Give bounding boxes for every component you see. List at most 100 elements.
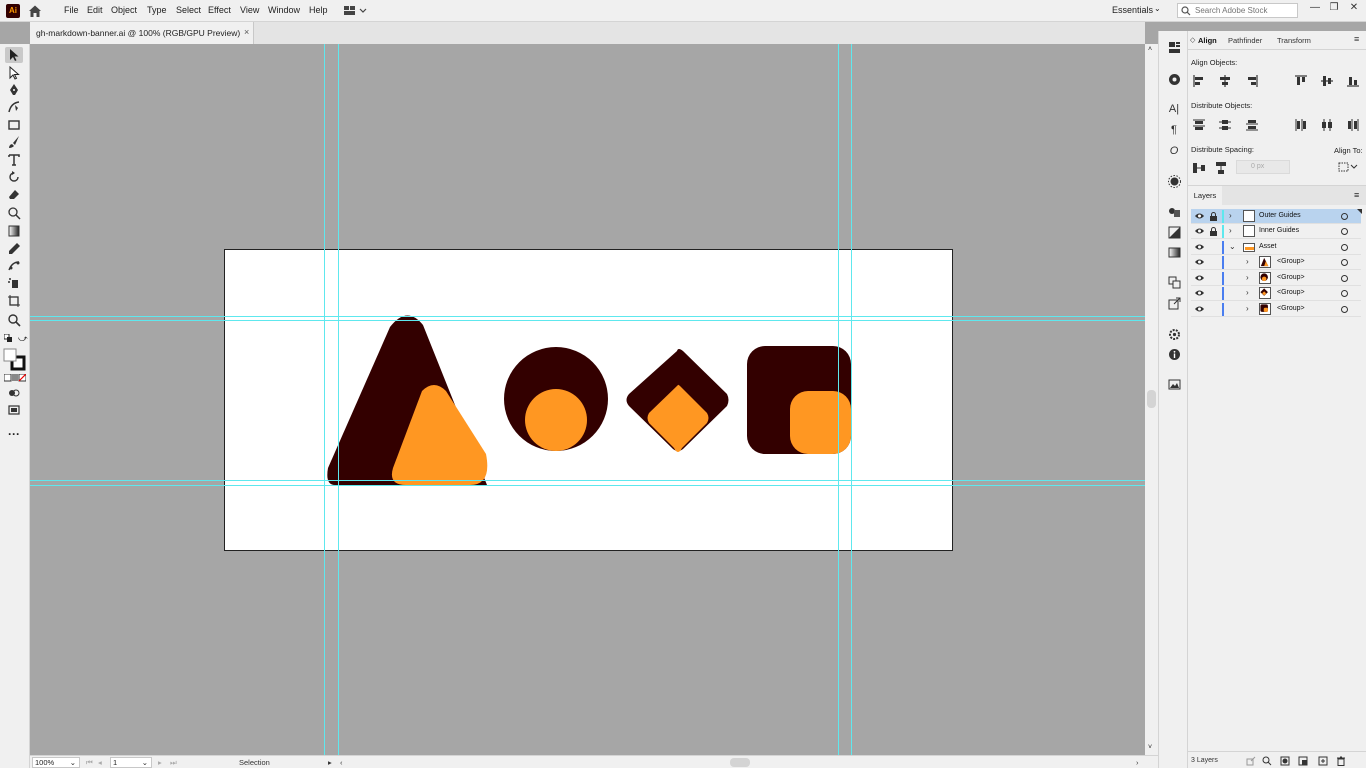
chevron-right-icon[interactable]: › [1246,257,1249,266]
canvas[interactable] [30,44,1145,755]
menu-type[interactable]: Type [147,5,167,15]
gradient-tool[interactable] [5,223,23,239]
chevron-right-icon[interactable]: › [1246,304,1249,313]
target-icon[interactable] [1341,244,1348,251]
last-artboard-icon[interactable]: ⏭ [170,758,177,768]
puppet-warp-tool[interactable] [5,258,23,274]
menu-help[interactable]: Help [309,5,328,15]
stock-search-box[interactable] [1177,3,1298,18]
menu-window[interactable]: Window [268,5,300,15]
pen-tool[interactable] [5,82,23,98]
chevron-right-icon[interactable]: › [1246,273,1249,282]
distribute-right-icon[interactable] [1346,118,1360,132]
layer-name[interactable]: Asset [1259,243,1277,250]
graphic-styles-icon[interactable] [1166,205,1182,219]
guide-vertical[interactable] [338,44,339,755]
layer-row-group[interactable]: › <Group> [1191,255,1361,270]
artboard-number-field[interactable]: 1 ⌄ [110,757,152,768]
menu-effect[interactable]: Effect [208,5,231,15]
target-icon[interactable] [1341,213,1348,220]
close-button[interactable]: ✕ [1345,1,1363,16]
align-to-dropdown[interactable] [1338,161,1358,173]
square-group[interactable] [747,346,851,454]
properties-icon[interactable] [1166,40,1182,54]
minimize-button[interactable]: — [1306,1,1324,16]
distribute-vertical-center-icon[interactable] [1218,118,1232,132]
eye-icon[interactable] [1195,227,1204,235]
document-tab[interactable]: gh-markdown-banner.ai @ 100% (RGB/GPU Pr… [30,22,254,44]
scroll-left-icon[interactable]: ‹ [340,758,343,767]
align-vertical-center-icon[interactable] [1320,74,1334,88]
info-icon[interactable] [1166,347,1182,361]
chevron-down-icon[interactable]: ⌄ [1154,4,1161,13]
chevron-down-icon[interactable]: ⌄ [70,758,76,767]
zoom-tool[interactable] [5,312,23,328]
artboards-icon[interactable] [1166,275,1182,289]
panel-menu-icon[interactable]: ≡ [1354,34,1359,44]
type-tool[interactable] [5,152,23,168]
transparency-icon[interactable] [1166,225,1182,239]
menu-edit[interactable]: Edit [87,5,103,15]
diamond-group[interactable] [626,349,729,452]
guide-vertical[interactable] [851,44,852,755]
collapse-panel-icon[interactable]: ◇ [1190,36,1195,44]
guide-horizontal[interactable] [30,316,1145,317]
layer-name[interactable]: <Group> [1277,305,1305,312]
chevron-right-icon[interactable]: › [1229,211,1232,220]
target-icon[interactable] [1341,306,1348,313]
rotate-tool[interactable] [5,169,23,185]
image-trace-icon[interactable] [1166,377,1182,391]
delete-icon[interactable] [1336,756,1346,766]
target-icon[interactable] [1341,275,1348,282]
color-icon[interactable] [1166,72,1182,86]
create-layer-icon[interactable] [1318,756,1328,766]
layer-row-group[interactable]: › <Group> [1191,271,1361,286]
chevron-right-icon[interactable]: › [1229,226,1232,235]
character-icon[interactable]: A| [1166,102,1182,116]
horizontal-scroll-thumb[interactable] [730,758,750,767]
target-icon[interactable] [1341,228,1348,235]
eye-icon[interactable] [1195,274,1204,282]
screen-mode-icon[interactable] [5,402,23,418]
align-left-icon[interactable] [1192,74,1206,88]
vertical-scroll-thumb[interactable] [1147,390,1156,408]
eye-icon[interactable] [1195,289,1204,297]
export-icon[interactable] [1166,296,1182,310]
vertical-distribute-space-icon[interactable] [1192,161,1206,175]
fill-stroke-swatches[interactable] [3,348,27,372]
layer-row-group[interactable]: › <Group> [1191,302,1361,317]
distribute-bottom-icon[interactable] [1245,118,1259,132]
scroll-right-icon[interactable]: › [1136,758,1139,767]
locate-object-icon[interactable] [1262,756,1272,766]
make-clipping-mask-icon[interactable] [1280,756,1290,766]
layer-name[interactable]: Outer Guides [1259,212,1301,219]
tab-pathfinder[interactable]: Pathfinder [1228,36,1262,45]
artboard-tool[interactable] [5,293,23,309]
previous-artboard-icon[interactable]: ◂ [98,758,102,767]
eye-icon[interactable] [1195,258,1204,266]
layer-row-outer-guides[interactable]: › Outer Guides [1191,209,1362,224]
layer-name[interactable]: <Group> [1277,289,1305,296]
chevron-down-icon[interactable]: ⌄ [142,758,148,767]
scroll-down-icon[interactable]: ˅ [1148,744,1152,751]
layer-row-inner-guides[interactable]: › Inner Guides [1191,224,1361,239]
close-icon[interactable]: × [244,27,249,37]
align-bottom-icon[interactable] [1346,74,1360,88]
paragraph-icon[interactable]: ¶ [1166,123,1182,137]
export-for-screens-icon[interactable] [1246,756,1256,766]
symbol-sprayer-tool[interactable] [5,275,23,291]
align-horizontal-center-icon[interactable] [1218,74,1232,88]
circle-group[interactable] [504,347,608,451]
layer-name[interactable]: <Group> [1277,258,1305,265]
layer-name[interactable]: <Group> [1277,274,1305,281]
chevron-down-icon[interactable]: ⌄ [1229,242,1236,251]
rectangle-tool[interactable] [5,117,23,133]
opentype-icon[interactable]: O [1166,144,1182,158]
workspace-switcher[interactable]: Essentials [1112,5,1153,15]
appearance-icon[interactable] [1166,174,1182,188]
target-icon[interactable] [1341,290,1348,297]
distribute-left-icon[interactable] [1294,118,1308,132]
shape-builder-tool[interactable] [5,205,23,221]
settings-icon[interactable] [1166,327,1182,341]
zoom-level-field[interactable]: 100% ⌄ [32,757,80,768]
